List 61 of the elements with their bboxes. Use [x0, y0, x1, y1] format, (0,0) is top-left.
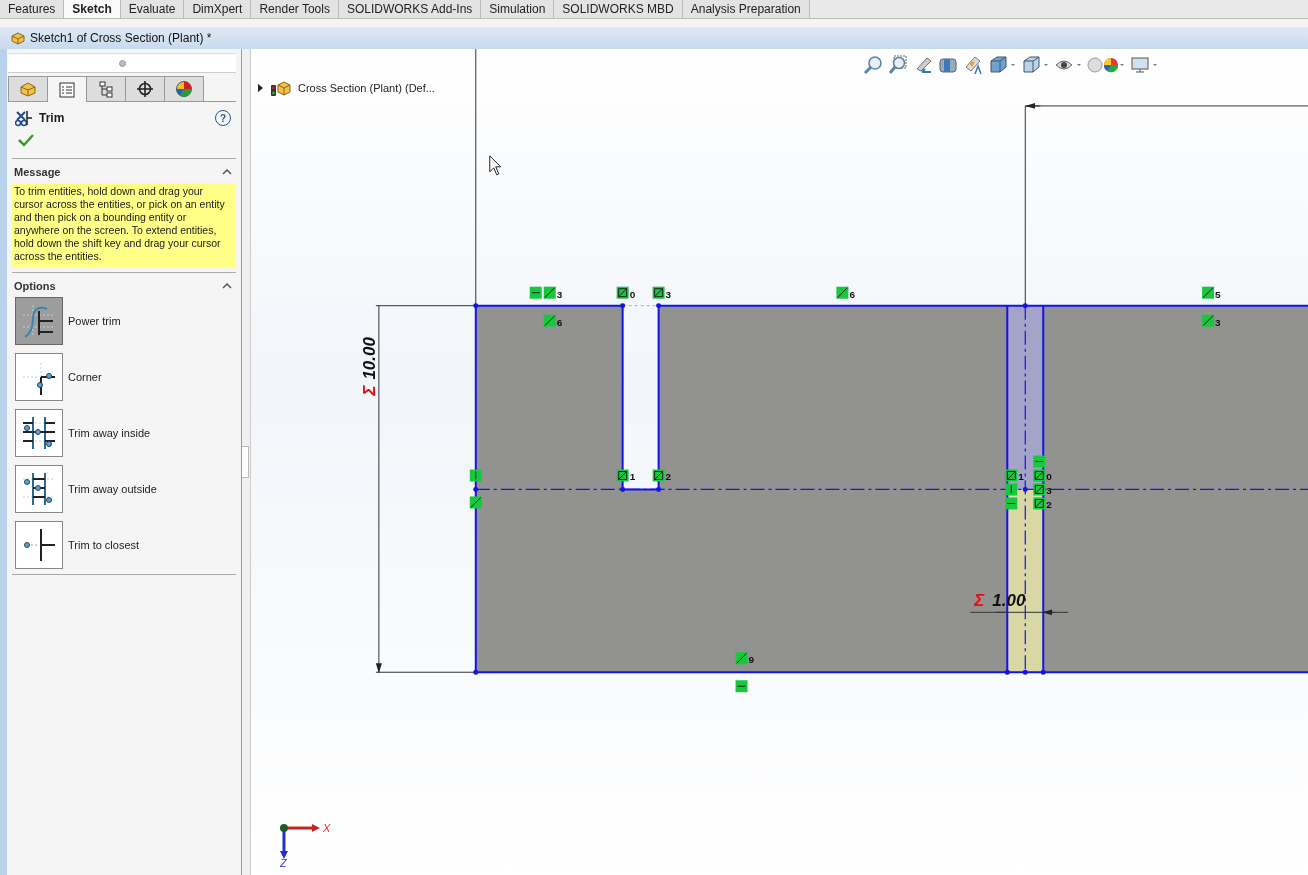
command-tab[interactable]: Simulation [481, 0, 555, 18]
command-tab[interactable]: Analysis Preparation [682, 0, 810, 18]
section-title: Options [14, 280, 56, 292]
view-cube-icon[interactable] [988, 55, 1016, 75]
part-icon [270, 79, 292, 97]
display-cube-icon[interactable] [1021, 55, 1049, 75]
part-icon [10, 30, 26, 46]
zoom-area-icon[interactable] [888, 55, 908, 75]
panel-splitter-handle[interactable] [242, 446, 249, 478]
panel-tab[interactable] [125, 76, 165, 101]
trim-icon [15, 109, 33, 127]
relation-marker[interactable] [1005, 483, 1018, 496]
command-tab[interactable]: SOLIDWORKS MBD [554, 0, 683, 18]
axis-label: Z [279, 857, 287, 869]
document-title: Sketch1 of Cross Section (Plant) * [30, 31, 212, 45]
trim-option-button[interactable] [15, 521, 63, 569]
axis-triad-drawing [279, 824, 320, 859]
trim-option-button[interactable] [15, 465, 63, 513]
ok-checkmark-icon[interactable] [18, 133, 34, 147]
command-title: Trim [39, 111, 66, 125]
command-tab[interactable]: Evaluate [120, 0, 185, 18]
sketch-profile-drawing[interactable] [473, 303, 1308, 675]
monitor-icon[interactable] [1130, 55, 1158, 75]
part-icon [19, 80, 37, 98]
relation-marker[interactable] [469, 496, 482, 509]
trim-option-button[interactable] [15, 297, 63, 345]
section-title: Message [14, 166, 61, 178]
dimension-label[interactable]: Σ 10.00 [359, 337, 379, 396]
axis-label: X [322, 822, 331, 835]
crosshair-icon [136, 80, 154, 98]
command-tab[interactable]: Features [0, 0, 65, 18]
expand-arrow-icon[interactable] [256, 84, 264, 92]
list-icon [58, 80, 76, 99]
tree-item[interactable]: Cross Section (Plant) (Def... [298, 82, 435, 94]
relation-marker[interactable] [735, 680, 748, 693]
pie-icon [175, 80, 193, 98]
appearance-sphere-icon[interactable] [1087, 55, 1125, 75]
command-tab[interactable]: SOLIDWORKS Add-Ins [338, 0, 482, 18]
command-tab[interactable]: DimXpert [184, 0, 252, 18]
collapse-caret-icon[interactable] [221, 167, 233, 177]
zoom-to-fit-icon[interactable] [863, 55, 883, 75]
annotation-view-icon[interactable] [963, 55, 983, 75]
relation-marker[interactable] [1005, 497, 1018, 510]
cursor-arrow-icon [489, 155, 502, 176]
collapse-caret-icon[interactable] [221, 281, 233, 291]
section-view-icon[interactable] [938, 55, 958, 75]
relation-marker[interactable] [469, 469, 482, 482]
option-label: Power trim [68, 315, 121, 327]
option-label: Trim away inside [68, 427, 151, 439]
relation-marker[interactable] [529, 286, 542, 299]
dimension-arrow [1025, 102, 1041, 109]
option-label: Trim to closest [68, 539, 140, 551]
option-label: Trim away outside [68, 483, 157, 495]
tree-icon [97, 80, 115, 98]
panel-grip[interactable] [118, 59, 126, 67]
message-text: To trim entities, hold down and drag your cursor across the entities, or pick on an entity and then pick on a bounding entity or anywhere on the screen. To extend entities, hold down the shift key and drag your cursor across the entities. [12, 183, 236, 267]
trim-option-button[interactable] [15, 409, 63, 457]
trim-option-button[interactable] [15, 353, 63, 401]
command-tab[interactable]: Sketch [64, 0, 121, 18]
option-label: Corner [68, 371, 102, 383]
command-tab[interactable]: Render Tools [251, 0, 339, 18]
